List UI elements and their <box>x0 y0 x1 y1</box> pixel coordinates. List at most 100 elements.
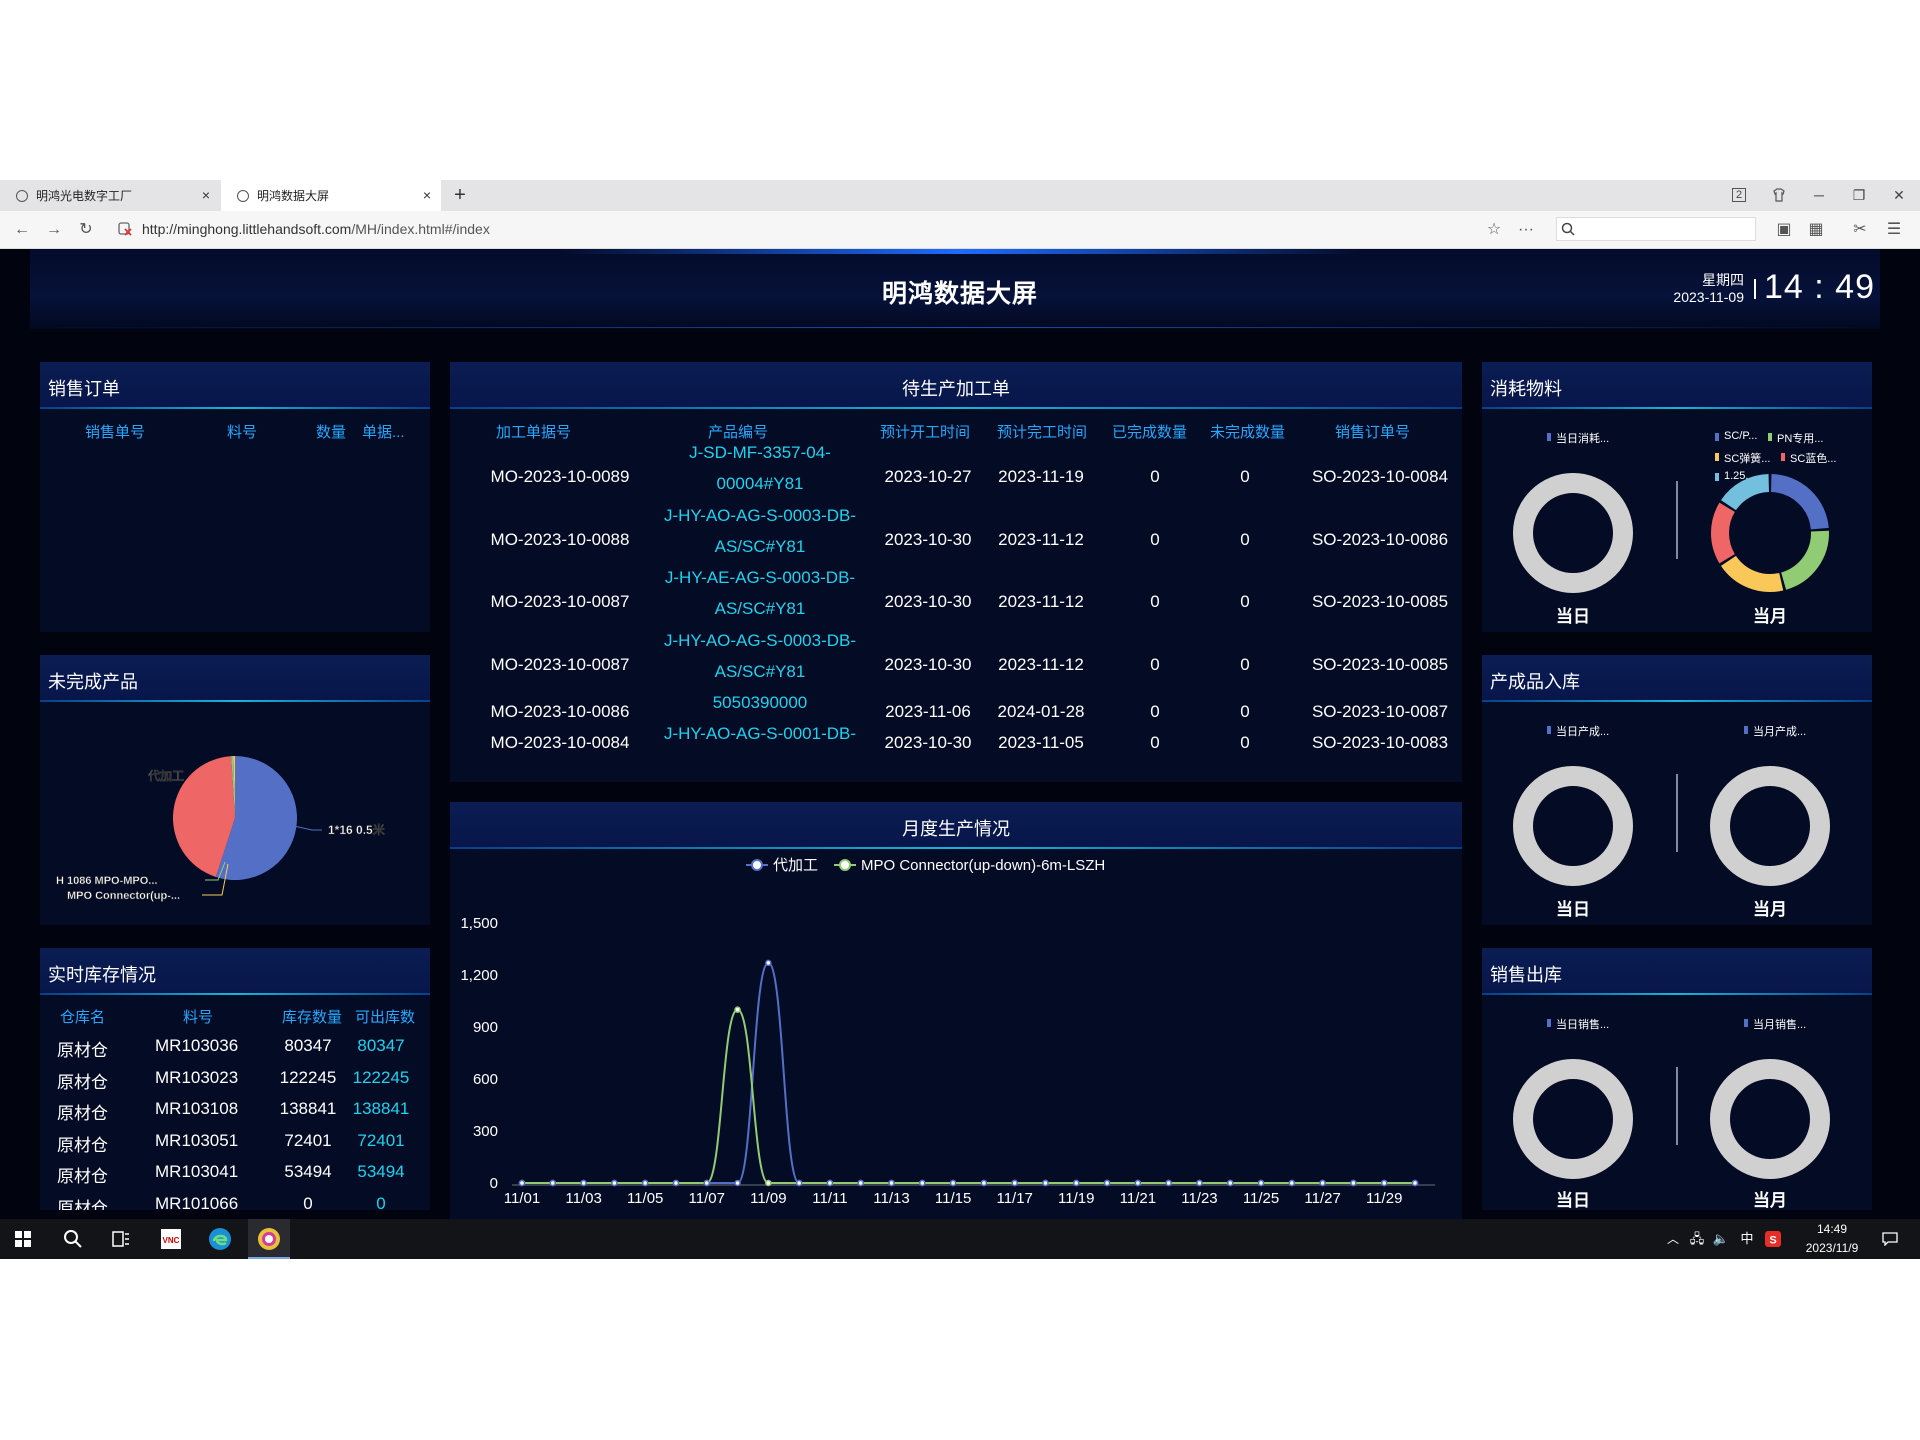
menu-icon[interactable]: ☰ <box>1882 211 1906 248</box>
back-icon[interactable]: ← <box>10 211 34 248</box>
table-row[interactable]: MO-2023-10-0084 2023-10-30 2023-11-05 0 0 SO-… <box>450 724 1462 757</box>
donut-segment[interactable] <box>1780 530 1829 590</box>
data-point[interactable] <box>1196 1179 1203 1187</box>
work-orders-panel: 待生产加工单 加工单据号 产品编号 预计开工时间 预计完工时间 已完成数量 未完… <box>450 362 1462 782</box>
table-row[interactable]: MO-2023-10-0088 2023-10-30 2023-11-12 0 0 SO-… <box>450 506 1462 574</box>
search-icon[interactable] <box>58 1219 88 1259</box>
tab-data-screen[interactable]: 明鸿数据大屏 × <box>221 180 441 211</box>
data-point[interactable] <box>1257 1179 1265 1187</box>
data-point[interactable] <box>703 1179 711 1187</box>
data-point[interactable] <box>888 1179 895 1187</box>
data-point[interactable] <box>949 1179 957 1187</box>
sogou-ime-icon[interactable]: S <box>1762 1219 1784 1259</box>
data-point[interactable] <box>1226 1179 1234 1187</box>
tray-date[interactable]: 2023/11/9 <box>1792 1241 1872 1255</box>
data-point[interactable] <box>857 1179 864 1187</box>
data-point[interactable] <box>1411 1179 1419 1187</box>
more-icon[interactable]: ··· <box>1514 211 1538 248</box>
data-point[interactable] <box>672 1179 680 1187</box>
data-point[interactable] <box>611 1179 618 1187</box>
browser-taskbar-button[interactable] <box>248 1219 290 1259</box>
globe-icon <box>16 189 28 202</box>
tab-digital-factory[interactable]: 明鸿光电数字工厂 × <box>0 180 220 211</box>
tray-time[interactable]: 14:49 <box>1792 1222 1872 1236</box>
work-order-cell: 2023-11-12 <box>998 530 1084 549</box>
data-point[interactable] <box>765 959 772 967</box>
data-point[interactable] <box>641 1179 649 1187</box>
data-point[interactable] <box>1134 1179 1142 1187</box>
star-icon[interactable]: ☆ <box>1482 211 1506 248</box>
legend-label[interactable]: MPO Connector(up-down)-6m-LSZH <box>861 857 1105 874</box>
reader-icon[interactable]: ▣ <box>1772 211 1796 248</box>
work-order-cell: SO-2023-10-0087 <box>1311 702 1449 721</box>
work-order-cell: 0 <box>1150 592 1160 611</box>
table-row[interactable]: MO-2023-10-0089 2023-10-27 2023-11-19 0 0 SO-… <box>450 443 1462 511</box>
legend-marker <box>1744 1019 1748 1027</box>
data-point[interactable] <box>1042 1179 1049 1187</box>
data-point[interactable] <box>1288 1179 1296 1187</box>
close-window-button[interactable]: ✕ <box>1884 180 1914 211</box>
data-point[interactable] <box>1319 1179 1326 1187</box>
data-point[interactable] <box>1165 1179 1172 1187</box>
network-icon[interactable]: 🖧 <box>1686 1219 1708 1259</box>
data-point[interactable] <box>1073 1179 1080 1187</box>
table-row[interactable]: MO-2023-10-0087 2023-10-30 2023-11-12 0 0 SO-… <box>450 568 1462 636</box>
scissors-icon[interactable]: ✂ <box>1848 211 1872 248</box>
data-point[interactable] <box>795 1179 803 1187</box>
donut-segment[interactable] <box>1711 502 1736 564</box>
url-field[interactable]: http://minghong.littlehandsoft.com/MH/in… <box>142 211 490 248</box>
legend-label[interactable]: 代加工 <box>773 857 818 874</box>
data-point[interactable] <box>1350 1179 1357 1187</box>
data-point[interactable] <box>1380 1179 1388 1187</box>
shirt-icon[interactable] <box>1764 180 1794 211</box>
x-tick-label: 11/21 <box>1120 1190 1156 1207</box>
data-point[interactable] <box>980 1179 988 1187</box>
work-order-cell: 2024-01-28 <box>997 702 1085 721</box>
search-box[interactable] <box>1556 217 1756 241</box>
series-line[interactable] <box>522 1008 1415 1184</box>
donut-segment[interactable] <box>1720 555 1784 592</box>
data-point[interactable] <box>919 1179 926 1187</box>
inventory-cell: 原材仓 <box>57 1135 108 1155</box>
data-point[interactable] <box>580 1179 587 1187</box>
restore-button[interactable]: ❐ <box>1844 180 1874 211</box>
donut-segment[interactable] <box>1770 474 1829 530</box>
windows-start-icon[interactable] <box>8 1219 38 1259</box>
forward-icon[interactable]: → <box>42 211 66 248</box>
tab-count-badge[interactable]: 2 <box>1724 180 1754 211</box>
data-point[interactable] <box>1103 1179 1111 1187</box>
insecure-site-icon[interactable] <box>118 222 132 236</box>
data-point[interactable] <box>1011 1179 1018 1187</box>
tab-close-icon[interactable]: × <box>423 187 431 203</box>
vnc-viewer-icon[interactable]: VNC <box>156 1219 186 1259</box>
tab-close-icon[interactable]: × <box>202 187 210 203</box>
series-line[interactable] <box>522 961 1415 1184</box>
donut-segment[interactable] <box>1720 474 1770 511</box>
table-row[interactable]: MO-2023-10-0087 2023-10-30 2023-11-12 0 0 SO-… <box>450 631 1462 699</box>
data-point[interactable] <box>734 1006 741 1013</box>
apps-grid-icon[interactable]: ▦ <box>1804 211 1828 248</box>
reload-icon[interactable]: ↻ <box>74 211 98 248</box>
tray-chevron-icon[interactable]: ︿ <box>1664 1219 1682 1259</box>
clock: 14 : 49 <box>1764 268 1875 306</box>
notification-icon[interactable] <box>1876 1219 1904 1259</box>
data-point[interactable] <box>734 1179 741 1187</box>
data-point[interactable] <box>549 1179 557 1187</box>
table-row[interactable]: MO-2023-10-0086 2023-11-06 2024-01-28 0 0 SO-… <box>450 693 1462 730</box>
y-tick-label: 1,500 <box>460 915 498 932</box>
task-view-icon[interactable] <box>106 1219 136 1259</box>
data-point[interactable] <box>518 1179 526 1187</box>
new-tab-button[interactable]: + <box>450 180 470 211</box>
month-sales-donut <box>1710 1059 1830 1179</box>
legend-label: 当日产成... <box>1556 726 1610 738</box>
work-order-cell: 0 <box>1150 702 1160 721</box>
minimize-button[interactable]: ─ <box>1804 180 1834 211</box>
edge-browser-icon[interactable] <box>205 1219 235 1259</box>
unfinished-pie-chart: 代加工 1*16 0.5米 H 1086 MPO-MPO... MPO Conn… <box>56 756 386 902</box>
legend-marker <box>839 859 851 871</box>
data-point[interactable] <box>826 1179 834 1187</box>
ime-indicator[interactable]: 中 <box>1736 1219 1758 1259</box>
data-point[interactable] <box>765 1179 772 1187</box>
search-icon[interactable] <box>1556 211 1580 248</box>
volume-icon[interactable]: 🔈 <box>1710 1219 1732 1259</box>
